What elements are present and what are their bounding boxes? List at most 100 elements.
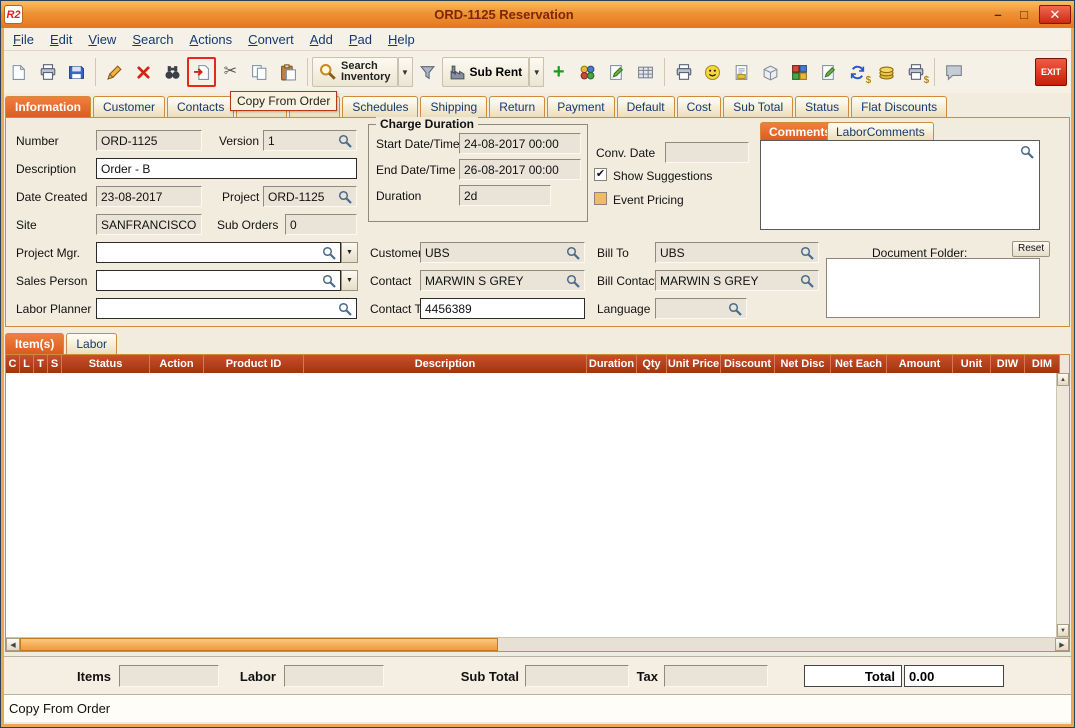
- new-button[interactable]: [4, 57, 33, 87]
- copy-from-order-button[interactable]: [187, 57, 216, 87]
- date-created-field[interactable]: 23-08-2017: [96, 186, 202, 207]
- col-status[interactable]: Status: [62, 355, 150, 373]
- col-diw[interactable]: DIW: [991, 355, 1025, 373]
- show-suggestions-checkbox[interactable]: ✔: [594, 168, 607, 181]
- tab-status[interactable]: Status: [795, 96, 850, 117]
- items-table-body[interactable]: [6, 373, 1056, 637]
- cut-button[interactable]: ✂: [216, 57, 245, 87]
- tax-field[interactable]: [664, 665, 768, 687]
- exit-button[interactable]: EXIT: [1035, 58, 1067, 86]
- tab-customer[interactable]: Customer: [93, 96, 166, 117]
- smiley-button[interactable]: [698, 57, 727, 87]
- tab-payment[interactable]: Payment: [547, 96, 615, 117]
- language-field[interactable]: [655, 298, 747, 319]
- language-lookup-icon[interactable]: [728, 302, 742, 316]
- bill-to-field[interactable]: UBS: [655, 242, 819, 263]
- bill-contact-lookup-icon[interactable]: [800, 274, 814, 288]
- menu-pad[interactable]: Pad: [341, 29, 380, 50]
- customer-lookup-icon[interactable]: [566, 246, 580, 260]
- event-pricing-checkbox[interactable]: [594, 192, 607, 205]
- scroll-right-button[interactable]: ▶: [1055, 638, 1069, 651]
- search-inventory-dropdown[interactable]: ▼: [397, 57, 413, 87]
- search-inventory-button[interactable]: Search Inventory: [312, 57, 398, 87]
- minimize-button[interactable]: –: [985, 5, 1011, 24]
- project-mgr-dropdown[interactable]: ▼: [341, 242, 358, 263]
- edit-note-button[interactable]: [814, 57, 843, 87]
- grid-button[interactable]: [631, 57, 660, 87]
- tab-information[interactable]: Information: [5, 96, 91, 117]
- sub-rent-button[interactable]: Sub Rent: [441, 57, 530, 87]
- print-invoice-button[interactable]: $: [901, 57, 930, 87]
- items-total-field[interactable]: [119, 665, 219, 687]
- scroll-up-button[interactable]: ▲: [1057, 373, 1069, 386]
- project-lookup-icon[interactable]: [338, 190, 352, 204]
- close-button[interactable]: ✕: [1039, 5, 1071, 24]
- version-lookup-icon[interactable]: [338, 134, 352, 148]
- col-qty[interactable]: Qty: [637, 355, 667, 373]
- col-l[interactable]: L: [20, 355, 34, 373]
- total-value-field[interactable]: 0.00: [904, 665, 1004, 687]
- edit-button[interactable]: [100, 57, 129, 87]
- contact-lookup-icon[interactable]: [566, 274, 580, 288]
- col-unit[interactable]: Unit: [953, 355, 991, 373]
- col-description[interactable]: Description: [304, 355, 587, 373]
- bill-contact-field[interactable]: MARWIN S GREY: [655, 270, 819, 291]
- col-t[interactable]: T: [34, 355, 48, 373]
- menu-help[interactable]: Help: [380, 29, 423, 50]
- project-mgr-field[interactable]: [96, 242, 341, 263]
- sales-person-lookup-icon[interactable]: [322, 274, 336, 288]
- horizontal-scroll-track[interactable]: [498, 638, 1055, 651]
- labor-total-field[interactable]: [284, 665, 384, 687]
- print-preview-button[interactable]: [669, 57, 698, 87]
- group-button[interactable]: [573, 57, 602, 87]
- col-net-disc[interactable]: Net Disc: [775, 355, 831, 373]
- col-duration[interactable]: Duration: [587, 355, 637, 373]
- labor-planner-field[interactable]: [96, 298, 357, 319]
- menu-edit[interactable]: Edit: [42, 29, 80, 50]
- site-field[interactable]: SANFRANCISCO: [96, 214, 202, 235]
- scroll-down-button[interactable]: ▼: [1057, 624, 1069, 637]
- tab-schedules[interactable]: Schedules: [342, 96, 419, 117]
- col-dim[interactable]: DIM: [1025, 355, 1060, 373]
- col-amount[interactable]: Amount: [887, 355, 953, 373]
- reset-button[interactable]: Reset: [1012, 241, 1051, 257]
- col-action[interactable]: Action: [150, 355, 204, 373]
- number-field[interactable]: ORD-1125: [96, 130, 202, 151]
- sales-person-field[interactable]: [96, 270, 341, 291]
- notes-button[interactable]: [602, 57, 631, 87]
- conv-date-field[interactable]: [665, 142, 749, 163]
- tab-labor-comments[interactable]: LaborComments: [827, 122, 934, 140]
- contact-tel-field[interactable]: 4456389: [420, 298, 585, 319]
- paste-button[interactable]: [274, 57, 303, 87]
- col-discount[interactable]: Discount: [721, 355, 775, 373]
- horizontal-scrollbar[interactable]: ◀ ▶: [6, 637, 1069, 651]
- currency-refresh-button[interactable]: $: [843, 57, 872, 87]
- tab-default[interactable]: Default: [616, 96, 675, 117]
- horizontal-scroll-thumb[interactable]: [20, 638, 498, 651]
- tab-shipping[interactable]: Shipping: [420, 96, 488, 117]
- start-datetime-field[interactable]: 24-08-2017 00:00: [459, 133, 581, 154]
- tab-contacts[interactable]: Contacts: [167, 96, 235, 117]
- package-button[interactable]: [756, 57, 785, 87]
- vertical-scrollbar[interactable]: ▲ ▼: [1056, 373, 1069, 637]
- filter-button[interactable]: [413, 57, 442, 87]
- kits-button[interactable]: [785, 57, 814, 87]
- find-button[interactable]: [158, 57, 187, 87]
- delete-button[interactable]: [129, 57, 158, 87]
- col-unit-price[interactable]: Unit Price: [667, 355, 721, 373]
- menu-view[interactable]: View: [80, 29, 124, 50]
- sub-orders-field[interactable]: 0: [285, 214, 357, 235]
- invoice-button[interactable]: [727, 57, 756, 87]
- copy-button[interactable]: [245, 57, 274, 87]
- print-button[interactable]: [33, 57, 62, 87]
- customer-field[interactable]: UBS: [420, 242, 585, 263]
- col-s[interactable]: S: [48, 355, 62, 373]
- menu-add[interactable]: Add: [302, 29, 341, 50]
- comment-button[interactable]: [939, 57, 968, 87]
- col-product-id[interactable]: Product ID: [204, 355, 304, 373]
- sales-person-dropdown[interactable]: ▼: [341, 270, 358, 291]
- menu-search[interactable]: Search: [124, 29, 181, 50]
- menu-actions[interactable]: Actions: [182, 29, 241, 50]
- tab-flat-discounts[interactable]: Flat Discounts: [851, 96, 948, 117]
- comments-lookup-icon[interactable]: [1020, 145, 1034, 159]
